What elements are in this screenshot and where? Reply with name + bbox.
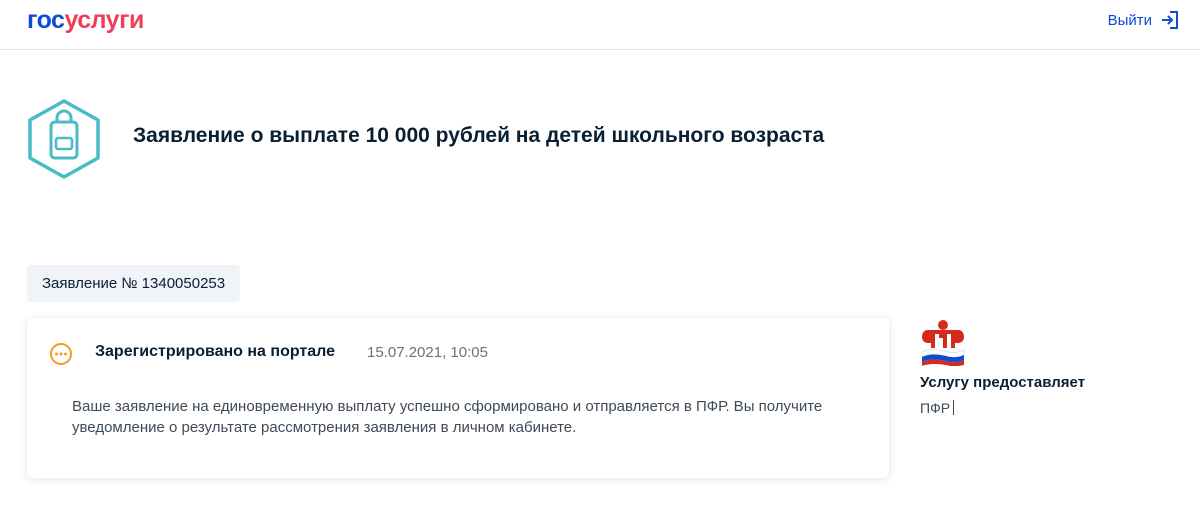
backpack-icon xyxy=(28,99,100,179)
status-message: Ваше заявление на единовременную выплату… xyxy=(72,398,823,436)
status-card: Зарегистрировано на портале 15.07.2021, … xyxy=(27,318,889,478)
service-title: Заявление о выплате 10 000 рублей на дет… xyxy=(133,124,825,147)
pending-dots-icon xyxy=(50,343,72,365)
logo-part-uslugi: услуги xyxy=(64,6,144,34)
status-title: Зарегистрировано на портале xyxy=(95,343,335,360)
provider-caption: Услугу предоставляет xyxy=(920,374,1086,391)
application-number-badge: Заявление № 1340050253 xyxy=(27,265,241,302)
provider-name[interactable]: ПФР xyxy=(920,400,955,416)
pfr-logo xyxy=(921,320,965,366)
text-cursor xyxy=(953,400,955,415)
gosuslugi-logo[interactable]: госуслуги xyxy=(27,6,144,35)
logout-button[interactable]: Выйти xyxy=(1108,10,1180,30)
status-date: 15.07.2021, 10:05 xyxy=(367,344,488,361)
logo-part-gos: гос xyxy=(27,6,65,34)
logout-icon xyxy=(1162,11,1178,29)
top-header: госуслуги Выйти xyxy=(0,0,1200,50)
logout-label: Выйти xyxy=(1107,11,1152,29)
provider-name-text: ПФР xyxy=(920,400,951,416)
